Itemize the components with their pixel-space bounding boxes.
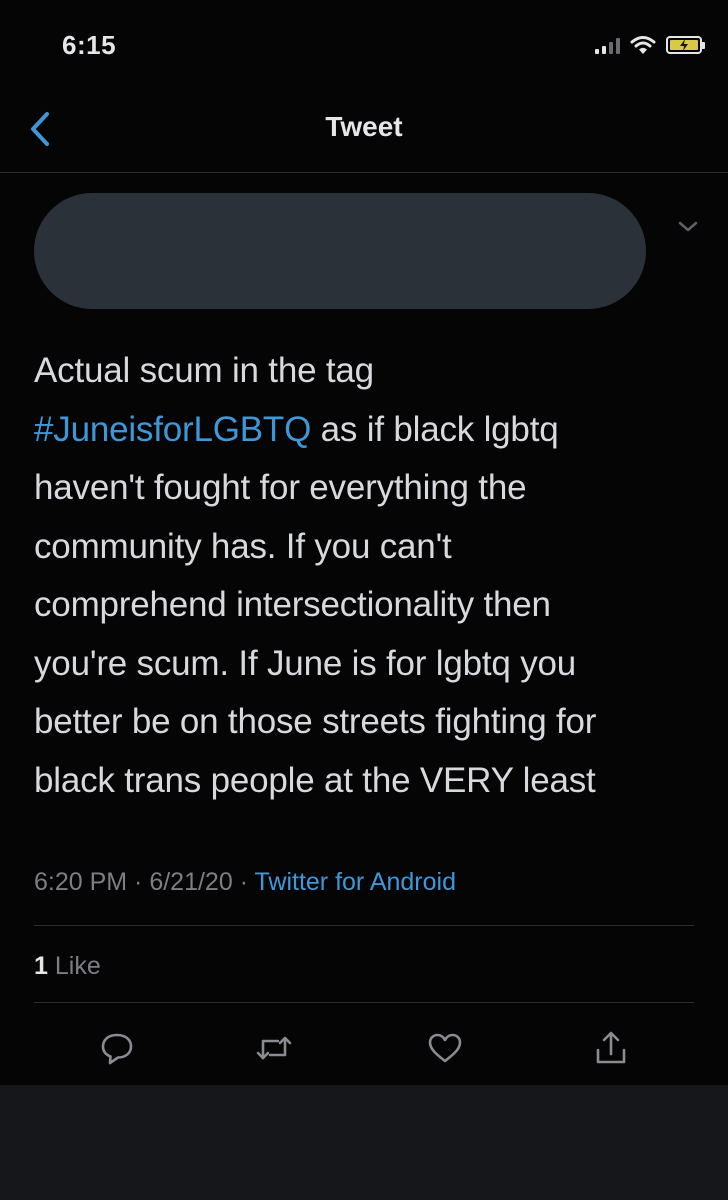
page-title: Tweet	[325, 111, 403, 142]
signal-icon	[595, 36, 620, 54]
redacted-author[interactable]	[34, 193, 646, 309]
tweet-text: Actual scum in the tag #JuneisforLGBTQ a…	[34, 342, 709, 810]
like-button[interactable]	[425, 1028, 465, 1068]
likes-divider	[34, 1002, 694, 1003]
more-options-button[interactable]	[676, 216, 700, 236]
likes-count[interactable]: 1 Like	[34, 952, 101, 981]
tweet-screen: 6:15 Tweet Actual scum in the tag #Junei…	[0, 0, 728, 1085]
retweet-icon	[256, 1036, 292, 1060]
empty-bottom-area	[0, 1085, 728, 1200]
comment-icon	[101, 1033, 133, 1065]
tweet-meta: 6:20 PM · 6/21/20 · Twitter for Android	[34, 868, 456, 897]
reply-button[interactable]	[97, 1028, 137, 1068]
like-count-number: 1	[34, 952, 48, 980]
tweet-line-text: as if black lgbtq	[311, 409, 559, 449]
battery-icon	[666, 36, 705, 54]
tweet-time: 6:20 PM	[34, 868, 128, 896]
wifi-icon	[630, 36, 656, 54]
hashtag-link[interactable]: #JuneisforLGBTQ	[34, 410, 311, 449]
like-count-label: Like	[54, 952, 101, 980]
status-time: 6:15	[62, 30, 117, 60]
tweet-line: Actual scum in the tag	[34, 351, 374, 390]
meta-divider	[34, 925, 694, 926]
share-icon	[596, 1031, 626, 1064]
status-icons	[595, 32, 705, 58]
meta-separator: ·	[127, 868, 150, 896]
tweet-line: you're scum. If June is for lgbtq you	[34, 643, 577, 683]
share-button[interactable]	[591, 1028, 631, 1068]
tweet-line: black trans people at the VERY least	[34, 760, 596, 800]
chevron-down-icon	[678, 221, 698, 232]
header-divider	[0, 172, 728, 173]
retweet-button[interactable]	[254, 1028, 294, 1068]
heart-icon	[428, 1033, 462, 1063]
tweet-line: haven't fought for everything the	[34, 468, 527, 507]
meta-separator: ·	[232, 868, 255, 896]
tweet-line: better be on those streets fighting for	[34, 702, 597, 741]
tweet-line: community has. If you can't	[34, 526, 452, 566]
tweet-line: #JuneisforLGBTQ as if black lgbtq	[34, 401, 709, 460]
tweet-line: comprehend intersectionality then	[34, 585, 551, 624]
tweet-date: 6/21/20	[149, 868, 233, 896]
tweet-source-link[interactable]: Twitter for Android	[255, 868, 456, 896]
